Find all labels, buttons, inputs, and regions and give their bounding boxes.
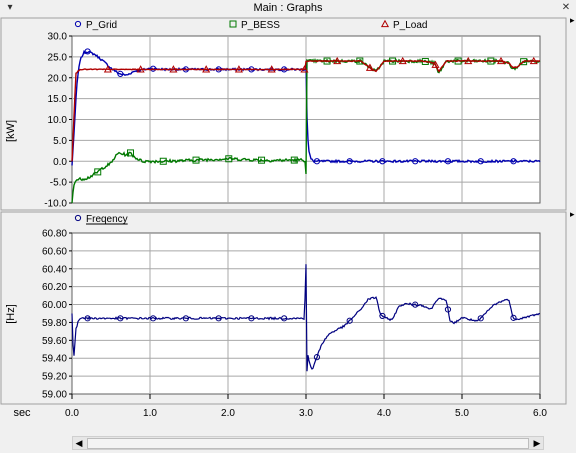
time-x-axis-label: sec bbox=[13, 407, 31, 419]
y-tick-label: 60.20 bbox=[42, 282, 67, 293]
graphs-window: ▾ Main : Graphs ✕ P_Grid P_BESS P_Load 30.… bbox=[0, 0, 576, 450]
y-tick-label: 10.0 bbox=[48, 115, 68, 126]
y-tick-label: 15.0 bbox=[48, 94, 68, 105]
y-tick-label: 25.0 bbox=[48, 52, 68, 63]
y-tick-label: 59.60 bbox=[42, 336, 67, 347]
frequency-graph[interactable]: Freqency 60.80 60.60 60.40 60.20 60.00 59.80 5… bbox=[0, 209, 575, 405]
y-tick-label: 60.00 bbox=[42, 300, 67, 311]
y-tick-label: 60.60 bbox=[42, 246, 67, 257]
x-tick-label: 4.0 bbox=[377, 408, 391, 419]
y-tick-label: 60.40 bbox=[42, 264, 67, 275]
power-expand-arrow-icon[interactable]: ▸ bbox=[570, 17, 575, 25]
y-tick-label: 5.0 bbox=[53, 136, 67, 147]
scroll-left-icon[interactable]: ◀ bbox=[73, 437, 85, 449]
y-tick-label: 59.80 bbox=[42, 318, 67, 329]
legend-label: P_Load bbox=[393, 20, 427, 31]
x-tick-label: 2.0 bbox=[221, 408, 235, 419]
y-tick-label: 0.0 bbox=[53, 157, 67, 168]
legend-label: Freqency bbox=[86, 214, 128, 225]
graphs-svg: P_Grid P_BESS P_Load 30.0 25.0 20.0 15.0 10.0 5… bbox=[0, 17, 576, 436]
y-tick-label: -10.0 bbox=[44, 199, 67, 210]
x-tick-label: 6.0 bbox=[533, 408, 547, 419]
x-tick-label: 3.0 bbox=[299, 408, 313, 419]
frequency-y-axis-label: [Hz] bbox=[5, 304, 17, 324]
legend-label: P_BESS bbox=[241, 20, 280, 31]
power-y-axis-label: [kW] bbox=[5, 120, 17, 142]
horizontal-scrollbar[interactable]: ◀ ▶ bbox=[72, 436, 544, 450]
scroll-right-icon[interactable]: ▶ bbox=[531, 437, 543, 449]
y-tick-label: 59.00 bbox=[42, 390, 67, 401]
y-tick-label: 30.0 bbox=[48, 32, 68, 43]
frequency-expand-arrow-icon[interactable]: ▸ bbox=[570, 209, 575, 219]
y-tick-label: -5.0 bbox=[50, 178, 68, 189]
window-title: Main : Graphs bbox=[253, 2, 323, 14]
y-tick-label: 20.0 bbox=[48, 73, 68, 84]
y-tick-label: 60.80 bbox=[42, 229, 67, 240]
y-tick-label: 59.40 bbox=[42, 354, 67, 365]
window-titlebar: ▾ Main : Graphs ✕ bbox=[0, 0, 576, 18]
x-tick-label: 5.0 bbox=[455, 408, 469, 419]
x-tick-label: 0.0 bbox=[65, 408, 79, 419]
power-graph[interactable]: P_Grid P_BESS P_Load 30.0 25.0 20.0 15.0 10.0 5… bbox=[0, 17, 575, 211]
legend-label: P_Grid bbox=[86, 20, 117, 31]
y-tick-label: 59.20 bbox=[42, 372, 67, 383]
scrollbar-thumb[interactable] bbox=[87, 438, 529, 449]
close-icon[interactable]: ✕ bbox=[559, 1, 573, 15]
x-tick-label: 1.0 bbox=[143, 408, 157, 419]
